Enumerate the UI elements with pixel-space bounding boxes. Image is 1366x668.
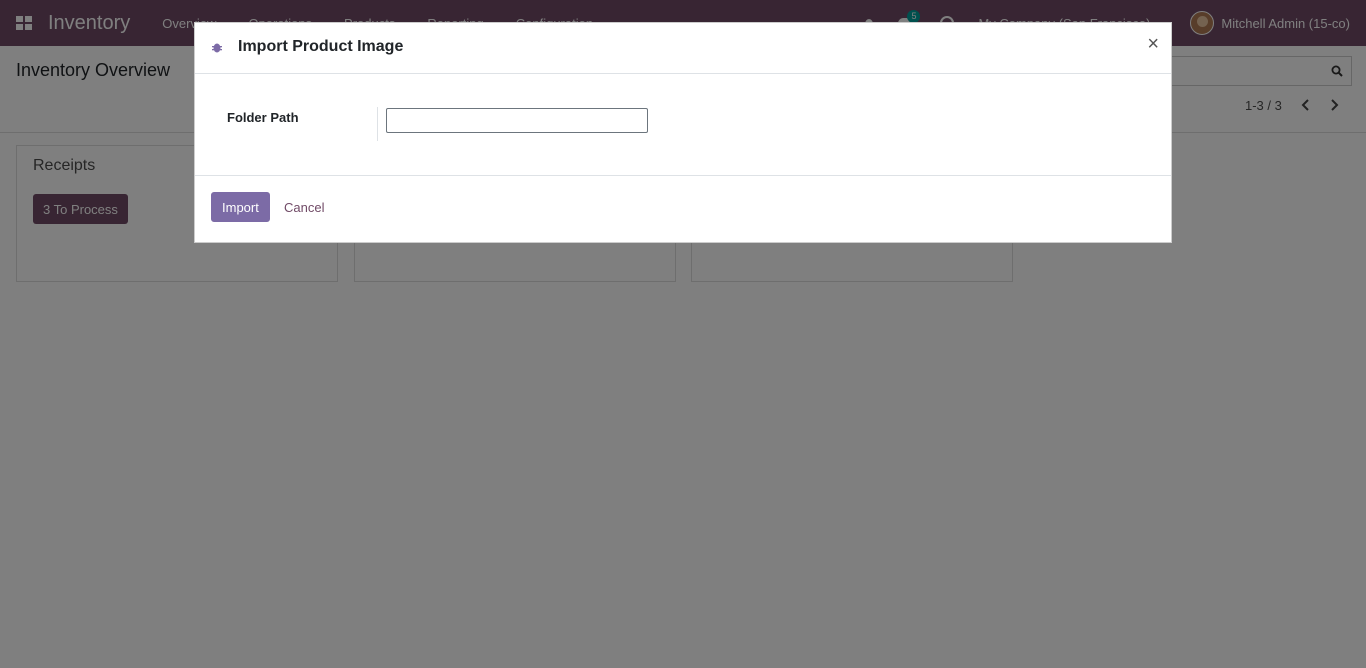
modal-header: Import Product Image × bbox=[195, 23, 1171, 74]
modal-body: Folder Path bbox=[195, 74, 1171, 176]
folder-path-input[interactable] bbox=[386, 108, 648, 133]
import-image-dialog: Import Product Image × Folder Path Impor… bbox=[194, 22, 1172, 243]
close-icon[interactable]: × bbox=[1147, 34, 1159, 54]
modal-title: Import Product Image bbox=[238, 38, 404, 55]
cancel-button[interactable]: Cancel bbox=[284, 200, 324, 215]
modal-footer: Import Cancel bbox=[195, 176, 1171, 244]
import-button[interactable]: Import bbox=[211, 192, 270, 222]
field-separator bbox=[377, 107, 378, 141]
bug-icon bbox=[212, 43, 222, 53]
folder-path-label: Folder Path bbox=[227, 110, 299, 125]
